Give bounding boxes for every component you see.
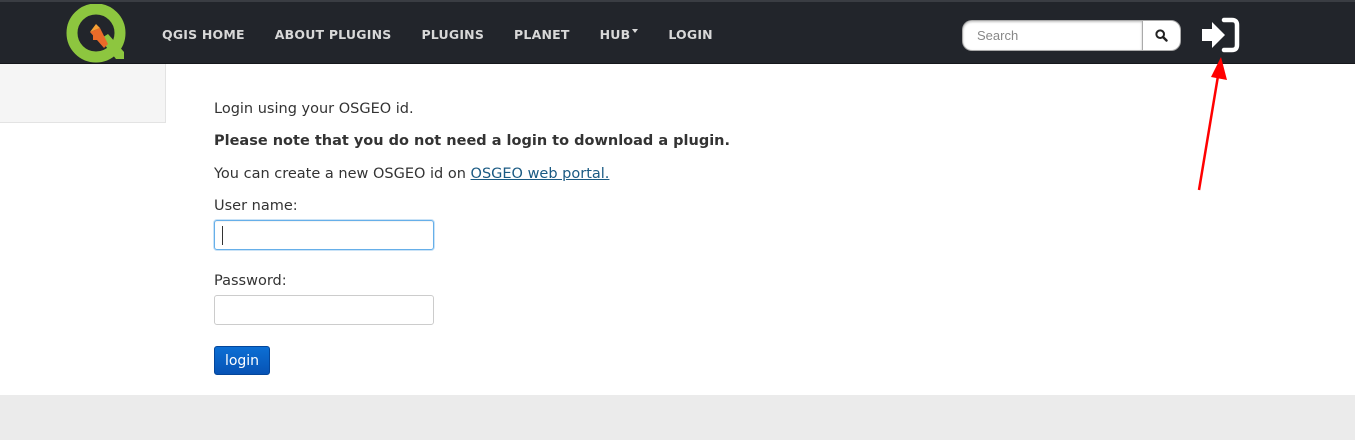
- qgis-logo-icon[interactable]: [66, 4, 128, 64]
- sidebar-panel: [0, 64, 166, 123]
- search-icon: [1155, 29, 1168, 42]
- sign-in-icon[interactable]: [1198, 17, 1240, 53]
- search-button[interactable]: [1142, 20, 1181, 51]
- create-id-prefix: You can create a new OSGEO id on: [214, 166, 471, 182]
- nav-hub-dropdown[interactable]: HUB: [600, 27, 639, 42]
- annotation-arrow: [1197, 57, 1227, 191]
- create-id-text: You can create a new OSGEO id on OSGEO w…: [214, 166, 609, 182]
- password-input[interactable]: [214, 295, 434, 325]
- nav-qgis-home-label: QGIS HOME: [162, 26, 245, 42]
- nav-login[interactable]: LOGIN: [668, 27, 713, 42]
- nav-login-label: LOGIN: [668, 26, 713, 42]
- page-footer: [0, 395, 1355, 440]
- osgeo-portal-link[interactable]: OSGEO web portal.: [471, 166, 610, 182]
- top-navbar: QGIS HOME ABOUT PLUGINS PLUGINS PLANET H…: [0, 0, 1355, 64]
- nav-plugins-label: PLUGINS: [421, 26, 485, 42]
- login-intro-text: Login using your OSGEO id.: [214, 101, 414, 117]
- main-nav: QGIS HOME ABOUT PLUGINS PLUGINS PLANET H…: [162, 2, 743, 66]
- username-input[interactable]: [214, 220, 434, 250]
- search-input[interactable]: [962, 20, 1142, 51]
- caret-down-icon: [632, 29, 639, 33]
- search-form: [962, 20, 1181, 51]
- nav-plugins[interactable]: PLUGINS: [421, 27, 484, 42]
- text-cursor: [222, 226, 223, 245]
- nav-qgis-home[interactable]: QGIS HOME: [162, 27, 245, 42]
- nav-about-plugins-label: ABOUT PLUGINS: [274, 26, 392, 42]
- nav-planet[interactable]: PLANET: [514, 27, 570, 42]
- nav-hub-label: HUB: [599, 26, 631, 42]
- nav-planet-label: PLANET: [514, 26, 570, 42]
- login-button[interactable]: login: [214, 346, 270, 375]
- password-label: Password:: [214, 273, 287, 289]
- login-note-text: Please note that you do not need a login…: [214, 133, 731, 149]
- username-label: User name:: [214, 198, 298, 214]
- nav-about-plugins[interactable]: ABOUT PLUGINS: [275, 27, 392, 42]
